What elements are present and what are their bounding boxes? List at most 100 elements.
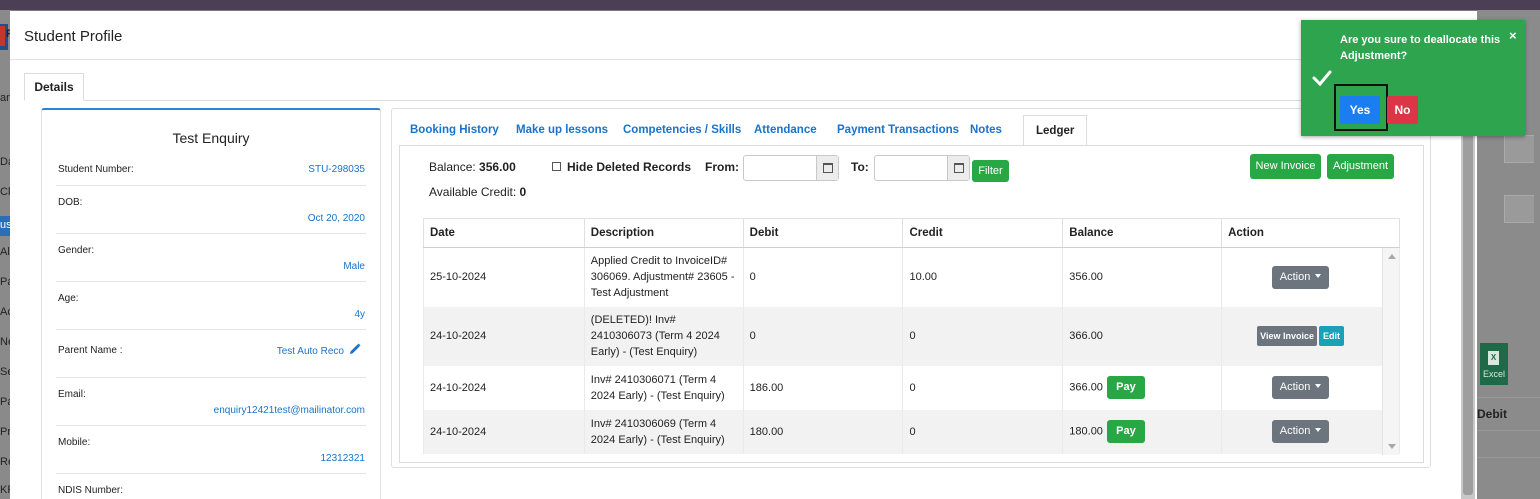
calendar-button[interactable] — [816, 156, 838, 180]
gender-value[interactable]: Male — [343, 261, 365, 272]
pay-button[interactable]: Pay — [1106, 420, 1145, 443]
tab-make-up-lessons[interactable]: Make up lessons — [516, 115, 608, 146]
student-profile-modal: Student Profile Details Test Enquiry Stu… — [10, 11, 1477, 499]
adjustment-button[interactable]: Adjustment — [1327, 154, 1394, 179]
date-cell: 24-10-2024 — [423, 409, 585, 454]
field-label: Email: — [58, 389, 86, 400]
action-label: Action — [1279, 270, 1311, 283]
debit-cell: 180.00 — [742, 409, 904, 454]
action-cell: Action — [1221, 247, 1400, 307]
mobile-value[interactable]: 12312321 — [321, 453, 366, 464]
field-label: Gender: — [58, 245, 95, 256]
profile-card: Test Enquiry Student Number: STU-298035 … — [41, 108, 381, 499]
tab-details[interactable]: Details — [24, 73, 84, 101]
close-icon[interactable]: × — [1509, 28, 1517, 43]
credit-cell: 0 — [902, 365, 1064, 410]
caret-down-icon — [1315, 273, 1322, 278]
tab-notes[interactable]: Notes — [970, 115, 1002, 146]
action-label: Action — [1279, 425, 1311, 437]
field-label: DOB: — [58, 197, 83, 208]
excel-export-button[interactable]: X Excel — [1480, 343, 1508, 385]
modal-title: Student Profile — [24, 28, 123, 45]
tab-competencies-skills[interactable]: Competencies / Skills — [623, 115, 741, 146]
background-input[interactable] — [1504, 195, 1534, 223]
balance-display: Balance: 356.00 — [429, 160, 516, 174]
pay-button[interactable]: Pay — [1106, 376, 1145, 399]
email-value[interactable]: enquiry12421test@mailinator.com — [214, 405, 365, 416]
field-label: Age: — [58, 293, 79, 304]
column-header: Balance — [1062, 218, 1223, 248]
ledger-content: Balance: 356.00 Available Credit: 0 Hide… — [399, 145, 1424, 463]
action-dropdown-button[interactable]: Action — [1271, 376, 1330, 399]
scroll-up-icon[interactable] — [1388, 254, 1396, 259]
pencil-icon[interactable] — [349, 343, 361, 355]
column-header: Date — [423, 218, 585, 248]
divider — [1477, 430, 1540, 431]
tab-ledger[interactable]: Ledger — [1023, 115, 1088, 146]
balance-cell: 366.00 — [1062, 306, 1223, 366]
yes-button[interactable]: Yes — [1340, 96, 1380, 124]
description-cell: Inv# 2410306069 (Term 4 2024 Early) - (T… — [583, 409, 744, 454]
hide-deleted-checkbox[interactable] — [552, 162, 561, 171]
action-label: Action — [1279, 381, 1311, 393]
table-scrollbar[interactable] — [1382, 248, 1399, 455]
balance-cell: 356.00 — [1062, 247, 1223, 307]
dob-row: DOB: Oct 20, 2020 — [56, 186, 366, 234]
available-credit-display: Available Credit: 0 — [429, 185, 526, 199]
excel-label: Excel — [1482, 369, 1505, 379]
edit-button[interactable]: Edit — [1318, 326, 1344, 346]
hide-deleted-label: Hide Deleted Records — [567, 160, 692, 174]
action-cell: View Invoice Edit — [1221, 306, 1400, 366]
credit-value: 0 — [519, 185, 527, 199]
credit-label: Available Credit: — [429, 185, 517, 199]
to-date-input[interactable] — [874, 155, 970, 181]
from-label: From: — [705, 160, 739, 174]
caret-down-icon — [1315, 428, 1322, 432]
date-cell: 24-10-2024 — [423, 306, 585, 366]
description-cell: Applied Credit to InvoiceID# 306069. Adj… — [583, 247, 744, 307]
tab-attendance[interactable]: Attendance — [754, 115, 817, 146]
tab-payment-transactions[interactable]: Payment Transactions — [837, 115, 959, 146]
debit-cell: 0 — [742, 247, 904, 307]
date-cell: 24-10-2024 — [423, 365, 585, 410]
gender-row: Gender: Male — [56, 234, 366, 282]
new-invoice-button[interactable]: New Invoice — [1250, 154, 1321, 179]
view-invoice-button[interactable]: View Invoice — [1257, 326, 1317, 346]
ledger-table: Date Description Debit Credit Balance Ac… — [423, 218, 1400, 454]
dob-value[interactable]: Oct 20, 2020 — [308, 213, 365, 224]
scroll-down-icon[interactable] — [1388, 444, 1396, 449]
parent-name-link[interactable]: Test Auto Reco — [277, 346, 344, 357]
calendar-button[interactable] — [947, 156, 969, 180]
field-label: NDIS Number: — [58, 485, 124, 496]
student-number-value[interactable]: STU-298035 — [308, 164, 365, 175]
table-row: 24-10-2024 (DELETED)! Inv# 2410306073 (T… — [423, 306, 1400, 366]
date-cell: 25-10-2024 — [423, 247, 585, 307]
from-date-input[interactable] — [743, 155, 839, 181]
description-cell: (DELETED)! Inv# 2410306073 (Term 4 2024 … — [583, 306, 744, 366]
table-header-row: Date Description Debit Credit Balance Ac… — [423, 218, 1400, 248]
checkmark-icon — [1312, 70, 1332, 87]
column-header: Action — [1221, 218, 1400, 248]
mobile-row: Mobile: 12312321 — [56, 426, 366, 474]
no-button[interactable]: No — [1387, 96, 1418, 124]
action-dropdown-button[interactable]: Action — [1271, 420, 1330, 443]
balance-cell: 180.00 Pay — [1062, 409, 1223, 454]
modal-header: Student Profile — [10, 11, 1477, 60]
action-dropdown-button[interactable]: Action — [1271, 265, 1330, 289]
divider — [1477, 457, 1540, 458]
action-cell: Action — [1221, 409, 1400, 454]
background-input[interactable] — [1504, 135, 1534, 163]
calendar-icon — [954, 163, 964, 173]
table-row: 24-10-2024 Inv# 2410306069 (Term 4 2024 … — [423, 409, 1400, 454]
debit-cell: 186.00 — [742, 365, 904, 410]
column-header: Credit — [902, 218, 1064, 248]
age-value[interactable]: 4y — [354, 309, 365, 320]
caret-down-icon — [1315, 384, 1322, 388]
hide-deleted-toggle[interactable]: Hide Deleted Records — [552, 160, 691, 174]
to-label: To: — [851, 160, 869, 174]
tab-divider — [24, 100, 1464, 101]
tab-booking-history[interactable]: Booking History — [410, 115, 499, 146]
profile-tabs-panel: Booking History Make up lessons Competen… — [391, 108, 1431, 468]
filter-button[interactable]: Filter — [972, 160, 1009, 182]
modal-scrollbar-thumb[interactable] — [1463, 110, 1473, 495]
